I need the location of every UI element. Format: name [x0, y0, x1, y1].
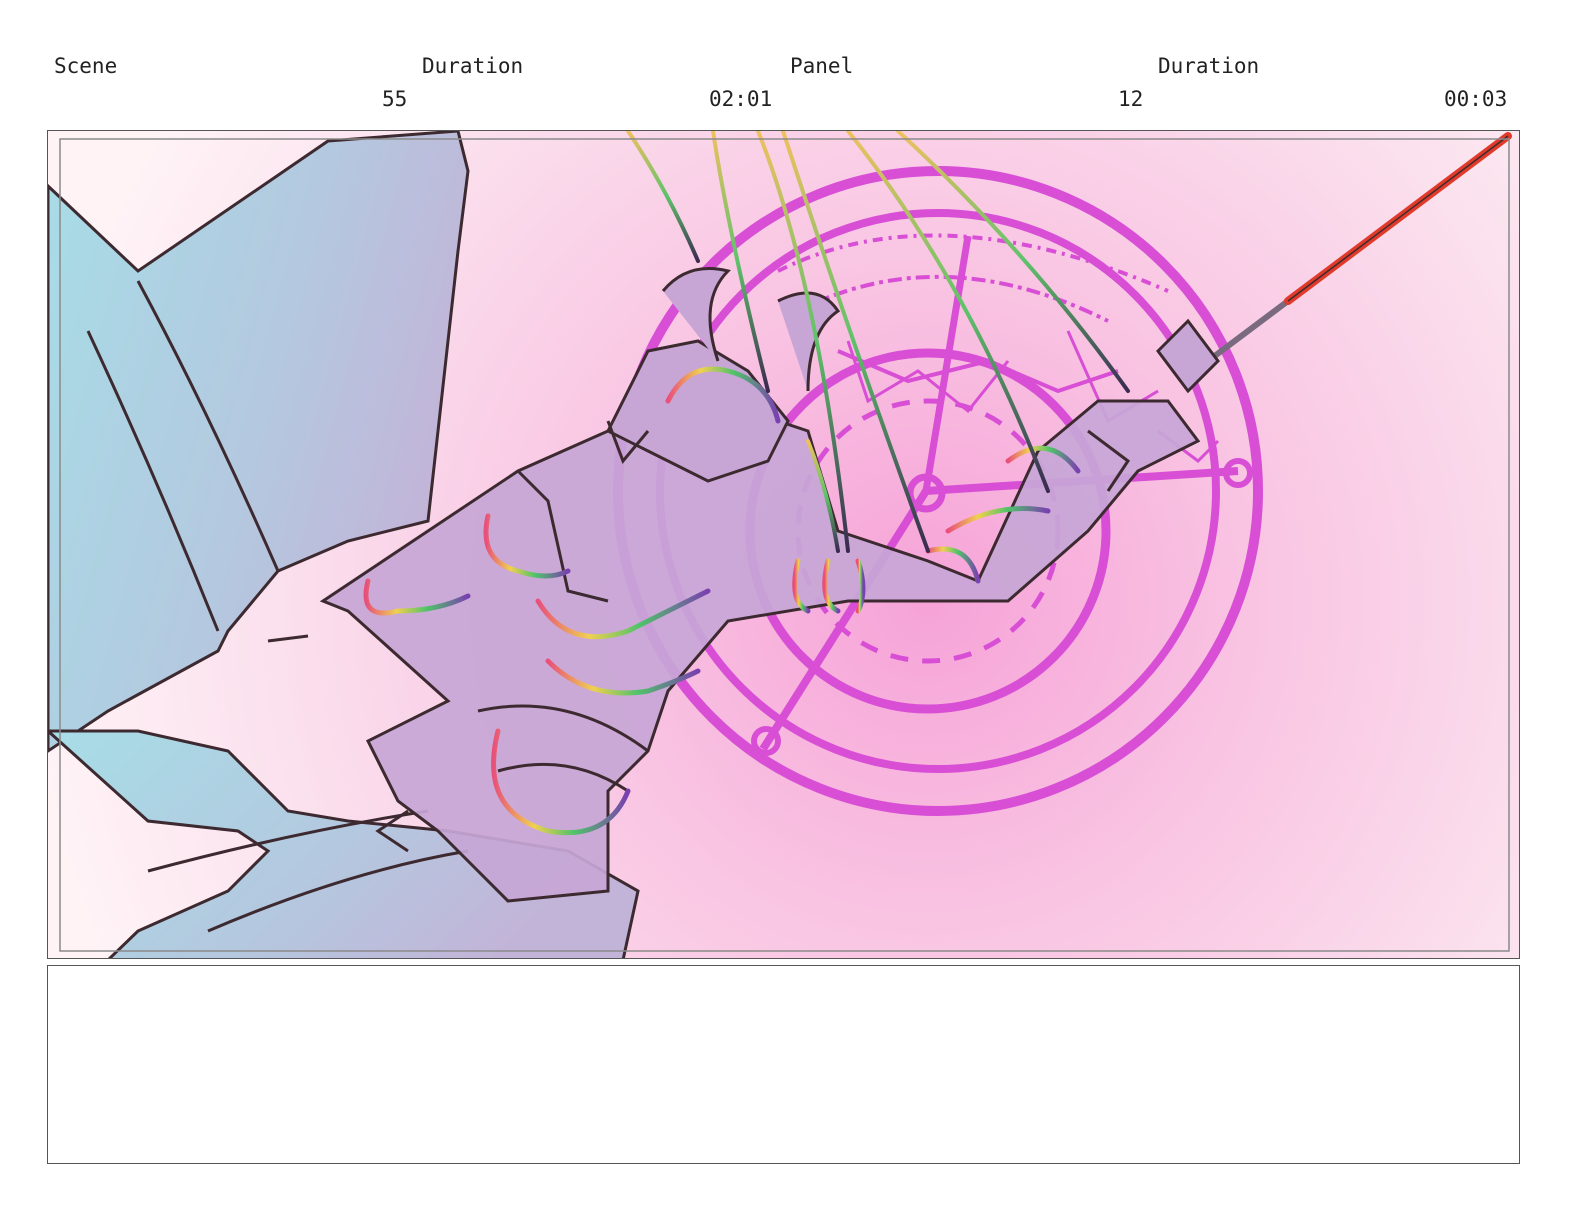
storyboard-illustration [48, 131, 1519, 958]
panel-duration-label: Duration [1158, 54, 1260, 78]
scene-duration-label: Duration [422, 54, 524, 78]
scene-duration-value: 02:01 [709, 87, 773, 111]
storyboard-panel [47, 130, 1520, 959]
panel-label: Panel [790, 54, 854, 78]
panel-number: 12 [1118, 87, 1144, 111]
scene-label: Scene [54, 54, 118, 78]
panel-notes-box [47, 965, 1520, 1164]
panel-duration-value: 00:03 [1444, 87, 1508, 111]
scene-number: 55 [382, 87, 408, 111]
